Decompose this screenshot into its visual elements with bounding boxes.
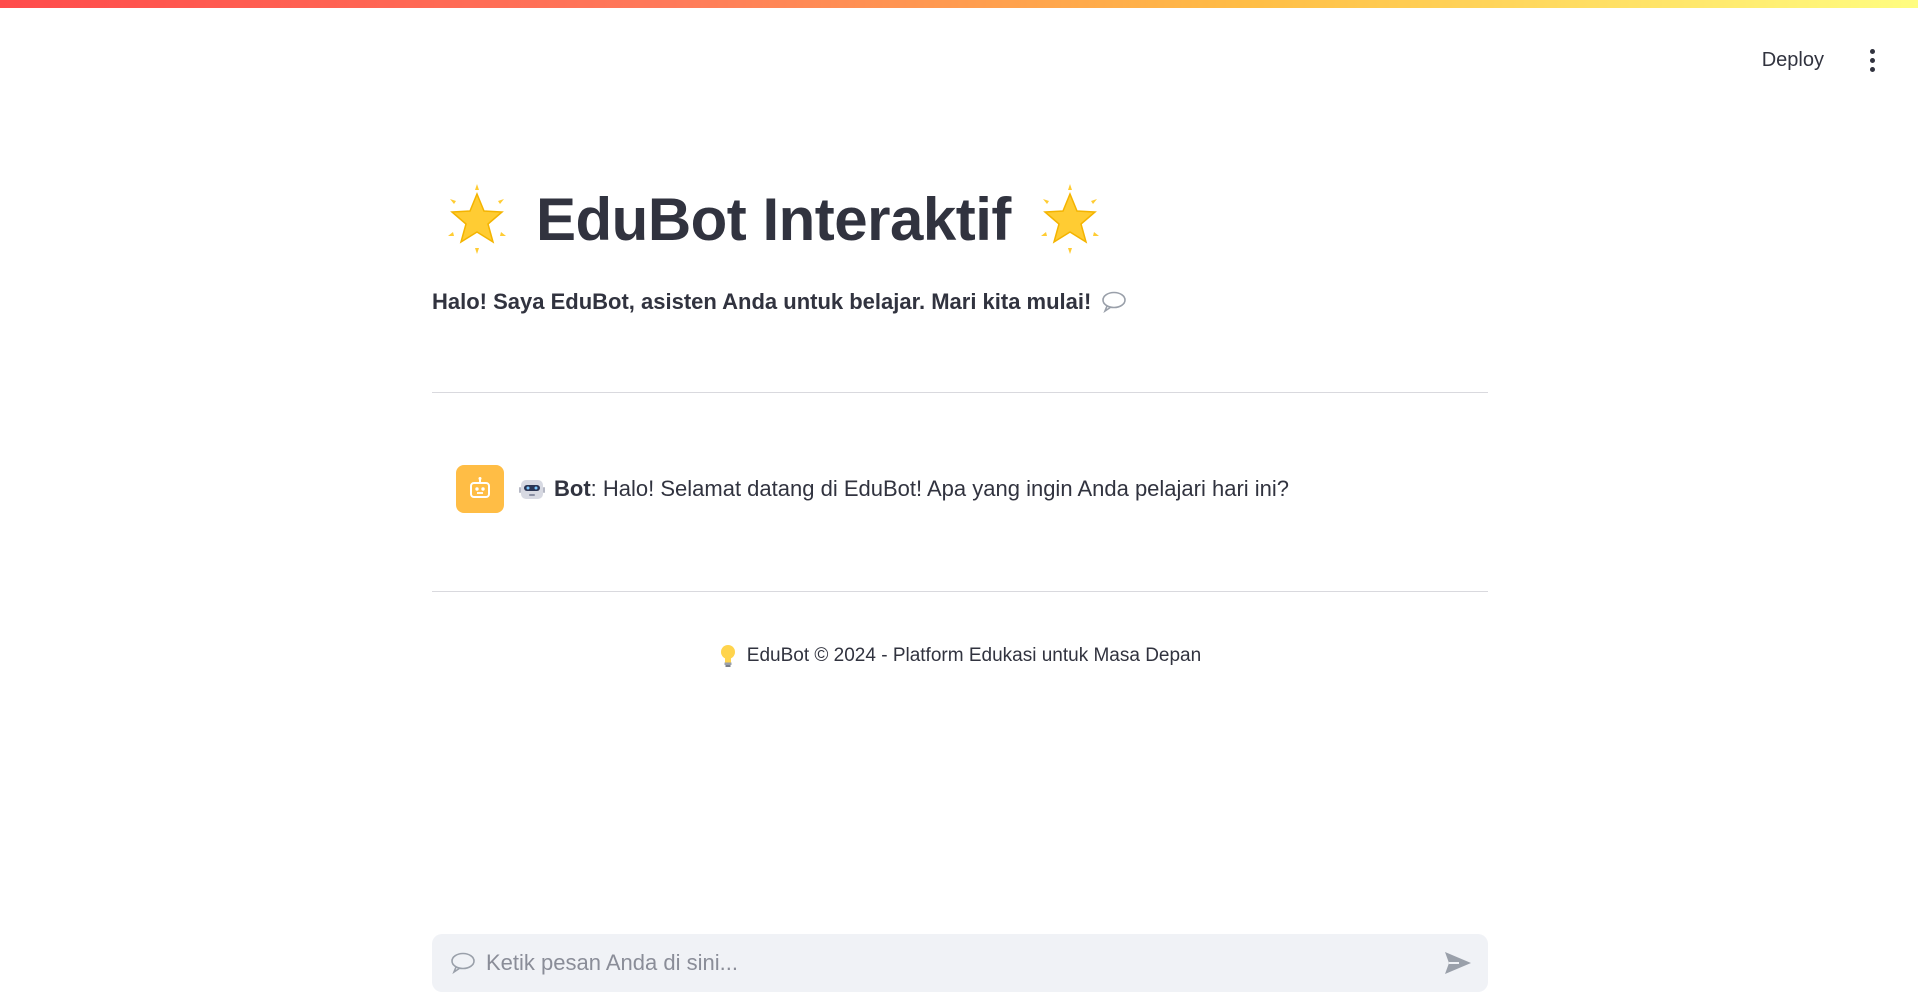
bot-avatar-icon <box>456 465 504 513</box>
kebab-menu-icon <box>1869 48 1875 54</box>
send-button[interactable] <box>1436 941 1480 985</box>
divider <box>432 392 1488 393</box>
kebab-menu-dot <box>1869 66 1875 72</box>
header-toolbar: Deploy <box>1750 38 1918 82</box>
robot-outline-icon <box>470 477 490 498</box>
robot-face-icon <box>519 480 545 499</box>
footer-text: EduBot © 2024 - Platform Edukasi untuk M… <box>746 645 1202 666</box>
message-sender: Bot <box>554 476 591 501</box>
subtitle-text: Halo! Saya EduBot, asisten Anda untuk be… <box>432 289 1092 314</box>
speech-bubble-icon <box>451 952 475 974</box>
deploy-button[interactable]: Deploy <box>1750 41 1836 80</box>
main-content: EduBot Interaktif Halo! Saya EduBot, asi… <box>432 160 1488 668</box>
chat-input[interactable] <box>484 942 1436 984</box>
footer: EduBot © 2024 - Platform Edukasi untuk M… <box>432 644 1488 668</box>
kebab-menu-dot <box>1869 57 1875 63</box>
chat-message: Bot: Halo! Selamat datang di EduBot! Apa… <box>456 465 1488 513</box>
divider <box>432 591 1488 592</box>
message-body: Halo! Selamat datang di EduBot! Apa yang… <box>602 476 1290 501</box>
send-icon <box>1445 952 1471 974</box>
speech-bubble-icon <box>1102 291 1127 313</box>
title-text: EduBot Interaktif <box>536 185 1011 253</box>
chat-input-container <box>432 934 1488 992</box>
glowing-star-icon <box>1040 184 1099 254</box>
glowing-star-icon <box>448 184 506 254</box>
subtitle: Halo! Saya EduBot, asisten Anda untuk be… <box>432 282 1488 322</box>
message-separator: : <box>590 476 603 501</box>
page-title: EduBot Interaktif <box>442 174 1488 264</box>
light-bulb-icon <box>720 645 735 667</box>
message-text: Bot: Halo! Selamat datang di EduBot! Apa… <box>518 475 1289 503</box>
main-menu-button[interactable] <box>1862 48 1882 72</box>
top-decoration-bar <box>0 0 1918 8</box>
